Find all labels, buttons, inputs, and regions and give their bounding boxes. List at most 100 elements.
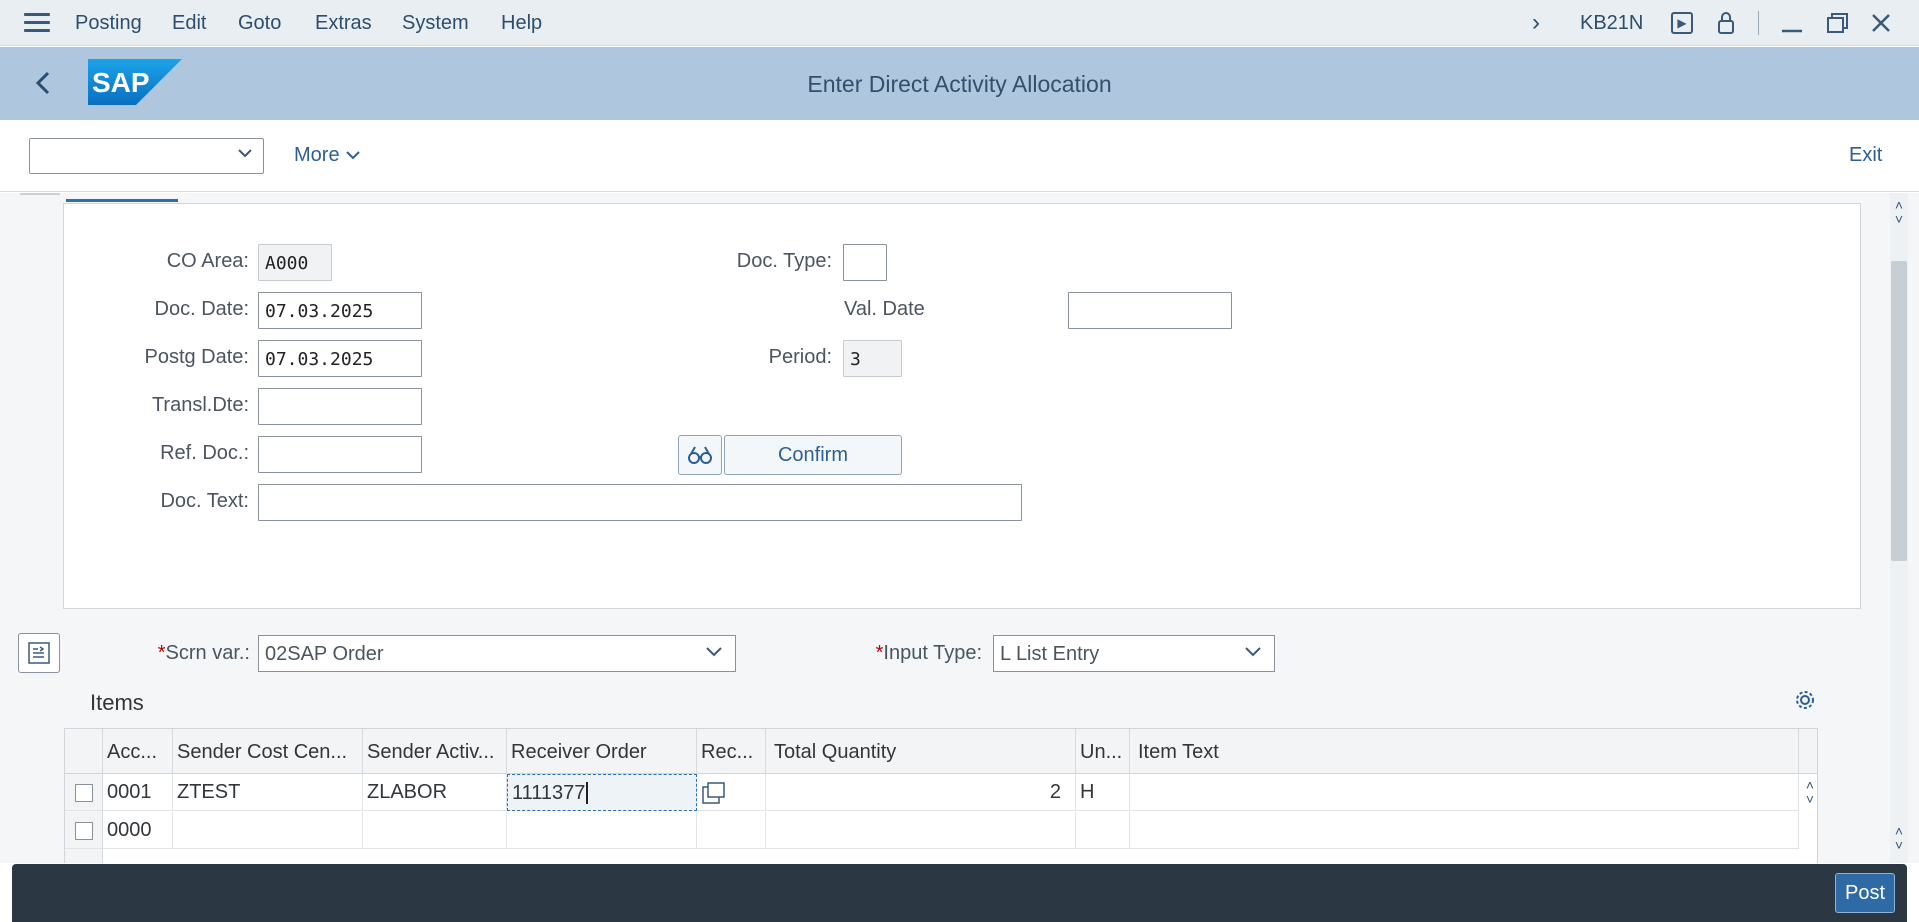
title-bar: SAP Enter Direct Activity Allocation: [0, 47, 1919, 120]
divider: [20, 193, 60, 195]
doc-text-field[interactable]: [258, 484, 1022, 521]
receiver-order-value: 1111377: [512, 782, 586, 804]
column-header-unit[interactable]: Un...: [1076, 729, 1130, 774]
doc-date-field[interactable]: 07.03.2025: [258, 292, 422, 329]
cell-sender-cost-center[interactable]: [173, 812, 363, 849]
cell-total-quantity[interactable]: [766, 812, 1076, 849]
collapse-header-button[interactable]: [18, 633, 60, 673]
scroll-down-icon[interactable]: ˅: [1890, 838, 1908, 852]
table-scroll-down-icon[interactable]: ˅: [1801, 792, 1819, 806]
chevron-down-icon: [346, 151, 360, 160]
gear-icon[interactable]: [1794, 689, 1816, 711]
confirm-button[interactable]: Confirm: [724, 435, 902, 475]
restore-icon[interactable]: [1826, 0, 1850, 46]
cell-sender-activity[interactable]: ZLABOR: [363, 774, 507, 811]
menu-icon[interactable]: [24, 13, 50, 33]
doc-type-field[interactable]: [843, 244, 887, 281]
exit-button[interactable]: Exit: [1849, 144, 1882, 167]
separator: [1758, 11, 1759, 35]
column-header-receiver-order[interactable]: Receiver Order: [507, 729, 697, 774]
menu-help[interactable]: Help: [501, 12, 542, 35]
cell-item-text[interactable]: [1130, 774, 1799, 811]
co-area-field[interactable]: A000: [258, 244, 332, 281]
items-title: Items: [90, 690, 144, 715]
more-button[interactable]: More: [294, 144, 361, 167]
column-header-total-quantity[interactable]: Total Quantity: [766, 729, 1076, 774]
column-header-acc[interactable]: Acc...: [103, 729, 173, 774]
co-area-label: CO Area:: [166, 250, 249, 272]
menu-bar: Posting Edit Goto Extras System Help › K…: [0, 0, 1919, 46]
cell-total-quantity[interactable]: 2: [766, 774, 1076, 811]
input-type-value: L List Entry: [1000, 643, 1100, 665]
toolbar-dropdown[interactable]: [29, 138, 264, 174]
menu-extras[interactable]: Extras: [315, 12, 372, 35]
cell-sender-cost-center[interactable]: ZTEST: [173, 774, 363, 811]
find-button[interactable]: [678, 435, 722, 475]
row-select-checkbox[interactable]: [75, 822, 93, 840]
lock-icon[interactable]: [1716, 0, 1736, 46]
period-field[interactable]: 3: [843, 340, 902, 377]
post-button[interactable]: Post: [1835, 873, 1895, 913]
cell-unit[interactable]: H: [1076, 774, 1130, 811]
toolbar: More Exit: [0, 120, 1919, 192]
value-help-icon[interactable]: [701, 781, 727, 805]
menu-posting[interactable]: Posting: [75, 12, 142, 35]
cell-rec[interactable]: [697, 812, 766, 849]
scrn-var-label: *Scrn var.:: [140, 642, 250, 665]
collapse-icon: [28, 642, 50, 664]
chevron-down-icon: [705, 642, 723, 665]
select-all-cell[interactable]: [65, 729, 103, 774]
scroll-up-icon[interactable]: ˄: [1890, 824, 1908, 838]
menu-system[interactable]: System: [402, 12, 469, 35]
row-select-checkbox[interactable]: [75, 784, 93, 802]
doc-text-label: Doc. Text:: [160, 490, 249, 512]
val-date-field[interactable]: [1068, 292, 1232, 329]
minimize-icon[interactable]: [1780, 0, 1804, 46]
page-scrollbar-thumb[interactable]: [1891, 261, 1907, 561]
period-label: Period:: [768, 346, 832, 368]
input-type-label-text: Input Type:: [883, 642, 982, 664]
tab-indicator: [66, 199, 178, 202]
column-header-rec[interactable]: Rec...: [697, 729, 766, 774]
cell-sender-activity[interactable]: [363, 812, 507, 849]
val-date-label: Val. Date: [844, 298, 925, 320]
content-area: CO Area: A000 Doc. Type: Doc. Date: 07.0…: [0, 193, 1919, 863]
column-header-sender-activity[interactable]: Sender Activ...: [363, 729, 507, 774]
column-header-sender-cost-center[interactable]: Sender Cost Cen...: [173, 729, 363, 774]
input-type-label: *Input Type:: [860, 642, 982, 665]
cell-acc: 0001: [103, 774, 173, 811]
cell-rec[interactable]: [697, 774, 766, 811]
scrn-var-value: 02SAP Order: [265, 643, 384, 665]
scrn-var-label-text: Scrn var.:: [165, 642, 250, 664]
play-icon[interactable]: ▶: [1671, 0, 1693, 46]
ref-doc-label: Ref. Doc.:: [160, 442, 249, 464]
close-icon[interactable]: [1870, 0, 1892, 46]
input-type-select[interactable]: L List Entry: [993, 635, 1275, 672]
footer-bar: [12, 864, 1907, 922]
table-scroll-up-icon[interactable]: ˄: [1801, 778, 1819, 792]
chevron-right-icon[interactable]: ›: [1532, 0, 1540, 46]
menu-goto[interactable]: Goto: [238, 12, 281, 35]
table-row: 0000: [65, 812, 1799, 849]
chevron-down-icon: [1244, 642, 1262, 665]
transl-date-field[interactable]: [258, 388, 422, 425]
required-mark: *: [157, 642, 166, 664]
ref-doc-field[interactable]: [258, 436, 422, 473]
cell-acc: 0000: [103, 812, 173, 849]
chevron-down-icon: [237, 145, 253, 166]
table-header: Acc... Sender Cost Cen... Sender Activ..…: [65, 729, 1817, 774]
transl-date-label: Transl.Dte:: [151, 394, 249, 416]
scroll-down-icon[interactable]: ˅: [1890, 212, 1908, 226]
cell-receiver-order[interactable]: [507, 812, 697, 849]
header-panel: CO Area: A000 Doc. Type: Doc. Date: 07.0…: [63, 203, 1861, 609]
column-header-item-text[interactable]: Item Text: [1130, 729, 1799, 774]
postg-date-label: Postg Date:: [144, 346, 249, 368]
cell-receiver-order[interactable]: 1111377: [507, 774, 697, 811]
scroll-up-icon[interactable]: ˄: [1890, 198, 1908, 212]
scrn-var-select[interactable]: 02SAP Order: [258, 635, 736, 672]
menu-edit[interactable]: Edit: [172, 12, 206, 35]
text-cursor: [586, 782, 589, 804]
postg-date-field[interactable]: 07.03.2025: [258, 340, 422, 377]
cell-unit[interactable]: [1076, 812, 1130, 849]
cell-item-text[interactable]: [1130, 812, 1799, 849]
